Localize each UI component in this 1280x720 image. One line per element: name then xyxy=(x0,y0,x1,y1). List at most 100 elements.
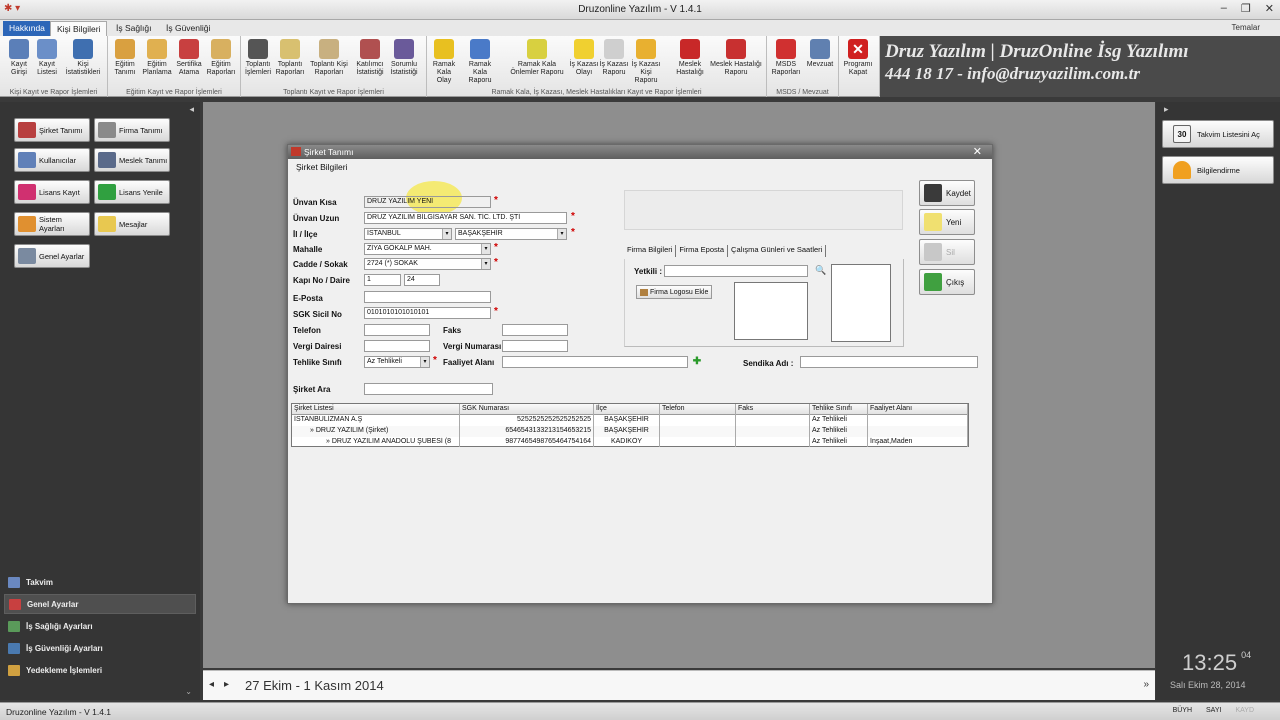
vergi-no-input[interactable] xyxy=(502,340,568,352)
col-sgk[interactable]: SGK Numarası xyxy=(460,404,594,415)
nav-is-guvenligi-ayarlari[interactable]: İş Güvenliği Ayarları xyxy=(4,638,196,658)
kaydet-button[interactable]: Kaydet xyxy=(919,180,975,206)
dialog-close-icon[interactable]: ✕ xyxy=(973,145,982,158)
faks-input[interactable] xyxy=(502,324,568,336)
ilce-select[interactable]: BAŞAKŞEHİR ▾ xyxy=(455,228,567,240)
tab-is-guvenligi[interactable]: İş Güvenliği xyxy=(160,21,216,36)
sistem-ayarlari-button[interactable]: Sistem Ayarları xyxy=(14,212,90,236)
sirket-tanimi-button[interactable]: Şirket Tanımı xyxy=(14,118,90,142)
ribbon-egitim-raporlari-button[interactable]: Eğitim Raporları xyxy=(206,39,236,77)
ribbon-toplanti-kisi-button[interactable]: Toplantı Kişi Raporları xyxy=(309,39,349,77)
ribbon-toplanti-islemleri-button[interactable]: Toplantı İşlemleri xyxy=(243,39,273,77)
subtab-firma-eposta[interactable]: Firma Eposta xyxy=(676,245,729,257)
ribbon-kisi-istatistik-button[interactable]: Kişi İstatistikleri xyxy=(64,39,102,77)
nav-takvim[interactable]: Takvim xyxy=(4,572,196,592)
mesajlar-button[interactable]: Mesajlar xyxy=(94,212,170,236)
takvim-listesi-button[interactable]: 30 Takvim Listesini Aç xyxy=(1162,120,1274,148)
tehlike-select[interactable]: Az Tehlikeli ▾ xyxy=(364,356,430,368)
ribbon-meslek-hastaligi-button[interactable]: Meslek Hastalığı xyxy=(673,39,707,77)
il-select[interactable]: İSTANBUL ▾ xyxy=(364,228,452,240)
unvan-kisa-input[interactable]: DRUZ YAZILIM YENİ xyxy=(364,196,491,208)
sirket-ara-input[interactable] xyxy=(364,383,493,395)
ribbon-programi-kapat-button[interactable]: ✕ Programı Kapat xyxy=(843,39,873,77)
dropdown-arrow-icon[interactable]: ▾ xyxy=(442,229,451,239)
firma-logosu-ekle-button[interactable]: Firma Logosu Ekle xyxy=(636,285,713,299)
dropdown-arrow-icon[interactable]: ▾ xyxy=(481,244,490,254)
minimize-icon[interactable]: – xyxy=(1221,2,1227,15)
label-sirket-ara: Şirket Ara xyxy=(293,385,331,394)
sil-button[interactable]: Sil xyxy=(919,239,975,265)
collapse-left-icon[interactable]: ◂ xyxy=(189,104,194,115)
daire-input[interactable]: 24 xyxy=(404,274,440,286)
tab-is-sagligi[interactable]: İş Sağlığı xyxy=(110,21,157,36)
ribbon-ramak-kala-raporu-button[interactable]: Ramak Kala Raporu xyxy=(465,39,495,85)
label-unvan-uzun: Ünvan Uzun xyxy=(293,214,340,223)
scroll-down-icon[interactable]: ⌄ xyxy=(185,687,192,696)
kapi-no-input[interactable]: 1 xyxy=(364,274,401,286)
themes-menu[interactable]: Temalar xyxy=(1232,23,1260,32)
sgk-input[interactable]: 0101010101010101 xyxy=(364,307,491,319)
subtab-firma-bilgileri[interactable]: Firma Bilgileri xyxy=(624,245,677,257)
col-faks[interactable]: Faks xyxy=(736,404,810,415)
ribbon-meslek-hastaligi-raporu-button[interactable]: Meslek Hastalığı Raporu xyxy=(709,39,763,77)
nav-genel-ayarlar[interactable]: Genel Ayarlar xyxy=(4,594,196,614)
ribbon-msds-button[interactable]: MSDS Raporları xyxy=(771,39,801,77)
ribbon-toplanti-raporlari-button[interactable]: Toplantı Raporları xyxy=(275,39,305,77)
eposta-input[interactable] xyxy=(364,291,491,303)
close-icon[interactable]: ✕ xyxy=(1265,2,1274,15)
dialog-menu-sirket-bilgileri[interactable]: Şirket Bilgileri xyxy=(296,162,348,172)
table-row[interactable]: İSTANBULİZMAN A.Ş 5252525252525252525 BA… xyxy=(292,415,968,426)
dropdown-arrow-icon[interactable]: ▾ xyxy=(420,357,429,367)
ribbon-kayit-girisi-button[interactable]: Kayıt Girişi xyxy=(4,39,34,77)
telefon-input[interactable] xyxy=(364,324,430,336)
nav-yedekleme[interactable]: Yedekleme İşlemleri xyxy=(4,660,196,680)
ribbon-ramak-kala-onlemler-button[interactable]: Ramak Kala Önlemler Raporu xyxy=(507,39,567,77)
col-faaliyet[interactable]: Faaliyet Alanı xyxy=(868,404,968,415)
sendika-input[interactable] xyxy=(800,356,978,368)
col-sirket-listesi[interactable]: Şirket Listesi xyxy=(292,404,460,415)
label-telefon: Telefon xyxy=(293,326,321,335)
ribbon-egitim-planlama-button[interactable]: Eğitim Planlama xyxy=(142,39,172,77)
ribbon-is-kazasi-olayi-button[interactable]: İş Kazası Olayı xyxy=(569,39,599,77)
add-faaliyet-icon[interactable]: ✚ xyxy=(692,357,702,367)
maximize-icon[interactable]: ❐ xyxy=(1241,2,1251,15)
col-telefon[interactable]: Telefon xyxy=(660,404,736,415)
ribbon-kayit-listesi-button[interactable]: Kayıt Listesi xyxy=(32,39,62,77)
calendar-nav-arrows[interactable]: ◂▸ xyxy=(209,679,239,690)
genel-ayarlar-button[interactable]: Genel Ayarlar xyxy=(14,244,90,268)
mahalle-select[interactable]: ZİYA GÖKALP MAH. ▾ xyxy=(364,243,491,255)
cadde-select[interactable]: 2724 (*) SOKAK ▾ xyxy=(364,258,491,270)
dropdown-arrow-icon[interactable]: ▾ xyxy=(557,229,566,239)
ribbon-ramak-kala-olay-button[interactable]: Ramak Kala Olay xyxy=(429,39,459,85)
nav-is-sagligi-ayarlari[interactable]: İş Sağlığı Ayarları xyxy=(4,616,196,636)
table-row[interactable]: » DRUZ YAZILIM (Şirket) 6546543133213154… xyxy=(292,426,968,437)
collapse-right-icon[interactable]: ▸ xyxy=(1164,104,1169,115)
ribbon-sorumlu-button[interactable]: Sorumlu İstatistiği xyxy=(389,39,419,77)
tab-hakkinda[interactable]: Hakkında xyxy=(3,21,51,36)
faaliyet-input[interactable] xyxy=(502,356,688,368)
vergi-dairesi-input[interactable] xyxy=(364,340,430,352)
expand-calendar-icon[interactable]: » xyxy=(1143,679,1149,690)
yetkili-input[interactable] xyxy=(664,265,808,277)
unvan-uzun-input[interactable]: DRUZ YAZILIM BİLGİSAYAR SAN. TİC. LTD. Ş… xyxy=(364,212,567,224)
ribbon-sertifika-button[interactable]: Sertifika Atama xyxy=(174,39,204,77)
tab-kisi-bilgileri[interactable]: Kişi Bilgileri xyxy=(50,21,108,36)
ribbon-mevzuat-button[interactable]: Mevzuat xyxy=(805,39,835,69)
col-ilce[interactable]: İlçe xyxy=(594,404,660,415)
yeni-button[interactable]: Yeni xyxy=(919,209,975,235)
search-icon[interactable]: 🔍 xyxy=(815,265,826,276)
subtab-calisma-gunleri[interactable]: Çalışma Günleri ve Saatleri xyxy=(728,245,827,257)
bilgilendirme-button[interactable]: Bilgilendirme xyxy=(1162,156,1274,184)
kullanicilar-button[interactable]: Kullanıcılar xyxy=(14,148,90,172)
lisans-yenile-button[interactable]: Lisans Yenile xyxy=(94,180,170,204)
ribbon-katilimci-button[interactable]: Katılımcı İstatistiği xyxy=(355,39,385,77)
meslek-tanimi-button[interactable]: Meslek Tanımı xyxy=(94,148,170,172)
dropdown-arrow-icon[interactable]: ▾ xyxy=(481,259,490,269)
lisans-kayit-button[interactable]: Lisans Kayıt xyxy=(14,180,90,204)
ribbon-egitim-tanimi-button[interactable]: Eğitim Tanımı xyxy=(110,39,140,77)
ribbon-is-kazasi-kisi-button[interactable]: İş Kazası Kişi Raporu xyxy=(631,39,661,85)
col-tehlike[interactable]: Tehlike Sınıfı xyxy=(810,404,868,415)
cikis-button[interactable]: Çıkış xyxy=(919,269,975,295)
firma-tanimi-button[interactable]: Firma Tanımı xyxy=(94,118,170,142)
ribbon-is-kazasi-raporu-button[interactable]: İş Kazası Raporu xyxy=(599,39,629,77)
